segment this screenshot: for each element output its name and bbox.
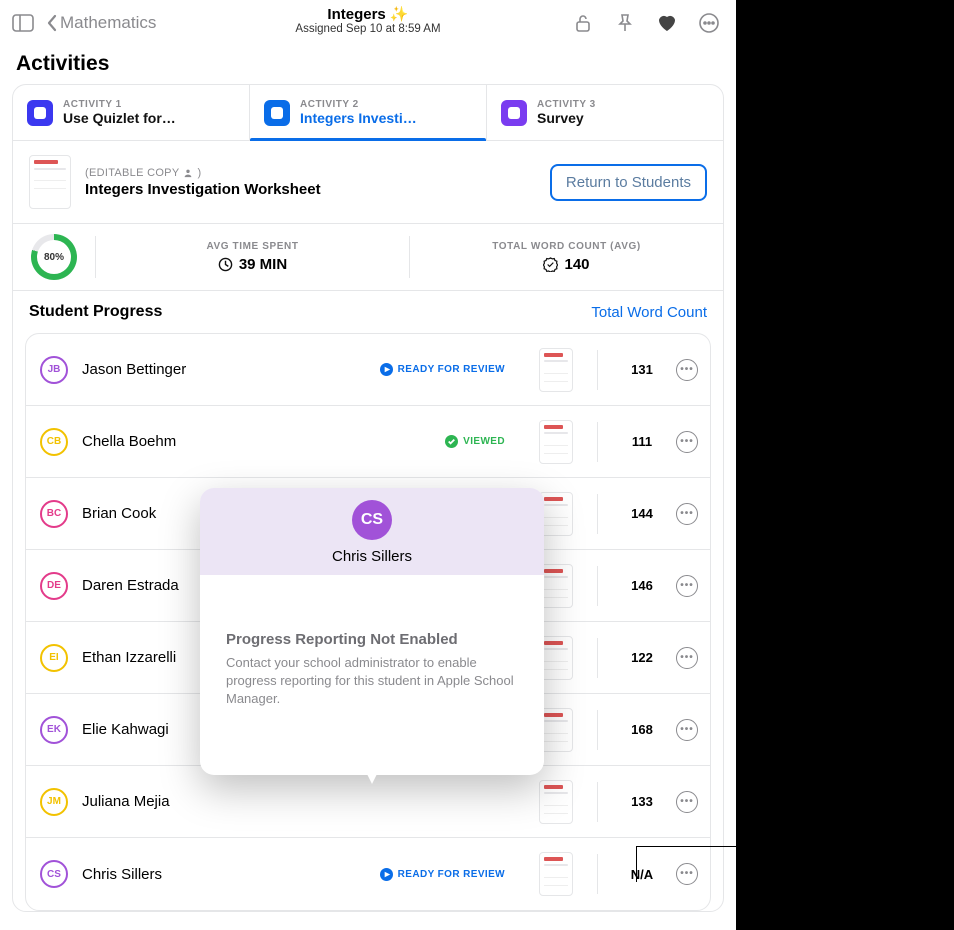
avatar: BC	[40, 500, 68, 528]
row-more-button[interactable]: •••	[676, 791, 698, 813]
avatar: DE	[40, 572, 68, 600]
student-progress-header: Student Progress Total Word Count	[13, 291, 723, 327]
row-more-button[interactable]: •••	[676, 431, 698, 453]
row-more-button[interactable]: •••	[676, 503, 698, 525]
stat-word-count: TOTAL WORD COUNT (AVG) 140	[418, 241, 715, 273]
word-count-value: 133	[622, 794, 662, 809]
popover-heading: Progress Reporting Not Enabled	[226, 631, 518, 648]
student-name: Chella Boehm	[82, 433, 431, 450]
word-count-value: 168	[622, 722, 662, 737]
status-ready-for-review: READY FOR REVIEW	[380, 363, 505, 376]
sidebar-toggle-icon[interactable]	[6, 6, 40, 40]
avatar: EI	[40, 644, 68, 672]
submission-thumbnail[interactable]	[539, 492, 573, 536]
submission-thumbnail[interactable]	[539, 348, 573, 392]
submission-thumbnail[interactable]	[539, 420, 573, 464]
avatar: JB	[40, 356, 68, 384]
clock-icon	[218, 257, 233, 272]
avatar: EK	[40, 716, 68, 744]
more-icon[interactable]	[692, 6, 726, 40]
page-title: Integers ✨	[295, 6, 440, 23]
tab-activity-1[interactable]: ACTIVITY 1Use Quizlet for…	[13, 85, 250, 140]
row-more-button[interactable]: •••	[676, 647, 698, 669]
worksheet-row: (EDITABLE COPY ) Integers Investigation …	[13, 141, 723, 224]
page-subtitle: Assigned Sep 10 at 8:59 AM	[295, 23, 440, 35]
badge-icon	[543, 257, 558, 272]
editable-copy-tag: (EDITABLE COPY )	[85, 167, 321, 179]
submission-thumbnail[interactable]	[539, 708, 573, 752]
person-icon	[183, 168, 193, 178]
tab-activity-3[interactable]: ACTIVITY 3Survey	[487, 85, 723, 140]
total-word-count-link[interactable]: Total Word Count	[591, 304, 707, 321]
return-to-students-button[interactable]: Return to Students	[550, 164, 707, 201]
student-popover: CS Chris Sillers Progress Reporting Not …	[200, 488, 544, 775]
status-ready-for-review: READY FOR REVIEW	[380, 868, 505, 881]
row-more-button[interactable]: •••	[676, 719, 698, 741]
heart-icon[interactable]	[650, 6, 684, 40]
row-more-button[interactable]: •••	[676, 863, 698, 885]
popover-name: Chris Sillers	[332, 548, 412, 565]
word-count-value: 122	[622, 650, 662, 665]
activities-heading: Activities	[0, 46, 736, 84]
word-count-value: 146	[622, 578, 662, 593]
progress-ring: 80%	[31, 234, 77, 280]
word-count-value: 131	[622, 362, 662, 377]
avatar: CB	[40, 428, 68, 456]
word-count-value: 111	[622, 434, 662, 449]
stat-avg-time: AVG TIME SPENT 39 MIN	[104, 241, 401, 273]
back-label: Mathematics	[60, 13, 156, 33]
student-name: Jason Bettinger	[82, 361, 366, 378]
popover-body: Contact your school administrator to ena…	[226, 654, 518, 708]
activity-icon	[264, 100, 290, 126]
stats-row: 80% AVG TIME SPENT 39 MIN TOTAL WORD COU…	[13, 224, 723, 291]
row-more-button[interactable]: •••	[676, 575, 698, 597]
submission-thumbnail[interactable]	[539, 564, 573, 608]
row-more-button[interactable]: •••	[676, 359, 698, 381]
submission-thumbnail[interactable]	[539, 780, 573, 824]
top-bar: Mathematics Integers ✨ Assigned Sep 10 a…	[0, 0, 736, 46]
student-name: Chris Sillers	[82, 866, 366, 883]
student-row[interactable]: JM Juliana Mejia 133 •••	[26, 766, 710, 838]
student-row[interactable]: JB Jason Bettinger READY FOR REVIEW 131 •••	[26, 334, 710, 406]
word-count-value: 144	[622, 506, 662, 521]
avatar: CS	[40, 860, 68, 888]
avatar: JM	[40, 788, 68, 816]
document-thumbnail[interactable]	[29, 155, 71, 209]
worksheet-title: Integers Investigation Worksheet	[85, 181, 321, 198]
student-progress-title: Student Progress	[29, 303, 162, 321]
back-button[interactable]: Mathematics	[46, 13, 156, 33]
status-viewed: VIEWED	[445, 435, 505, 448]
popover-avatar: CS	[352, 500, 392, 540]
student-row[interactable]: CB Chella Boehm VIEWED 111 •••	[26, 406, 710, 478]
word-count-value: N/A	[622, 867, 662, 882]
activity-icon	[27, 100, 53, 126]
activity-tabs: ACTIVITY 1Use Quizlet for…ACTIVITY 2Inte…	[13, 85, 723, 141]
activity-icon	[501, 100, 527, 126]
student-name: Juliana Mejia	[82, 793, 491, 810]
tab-activity-2[interactable]: ACTIVITY 2Integers Investi…	[250, 85, 487, 140]
submission-thumbnail[interactable]	[539, 636, 573, 680]
submission-thumbnail[interactable]	[539, 852, 573, 896]
pin-icon[interactable]	[608, 6, 642, 40]
lock-icon[interactable]	[566, 6, 600, 40]
student-row[interactable]: CS Chris Sillers READY FOR REVIEW N/A •••	[26, 838, 710, 910]
